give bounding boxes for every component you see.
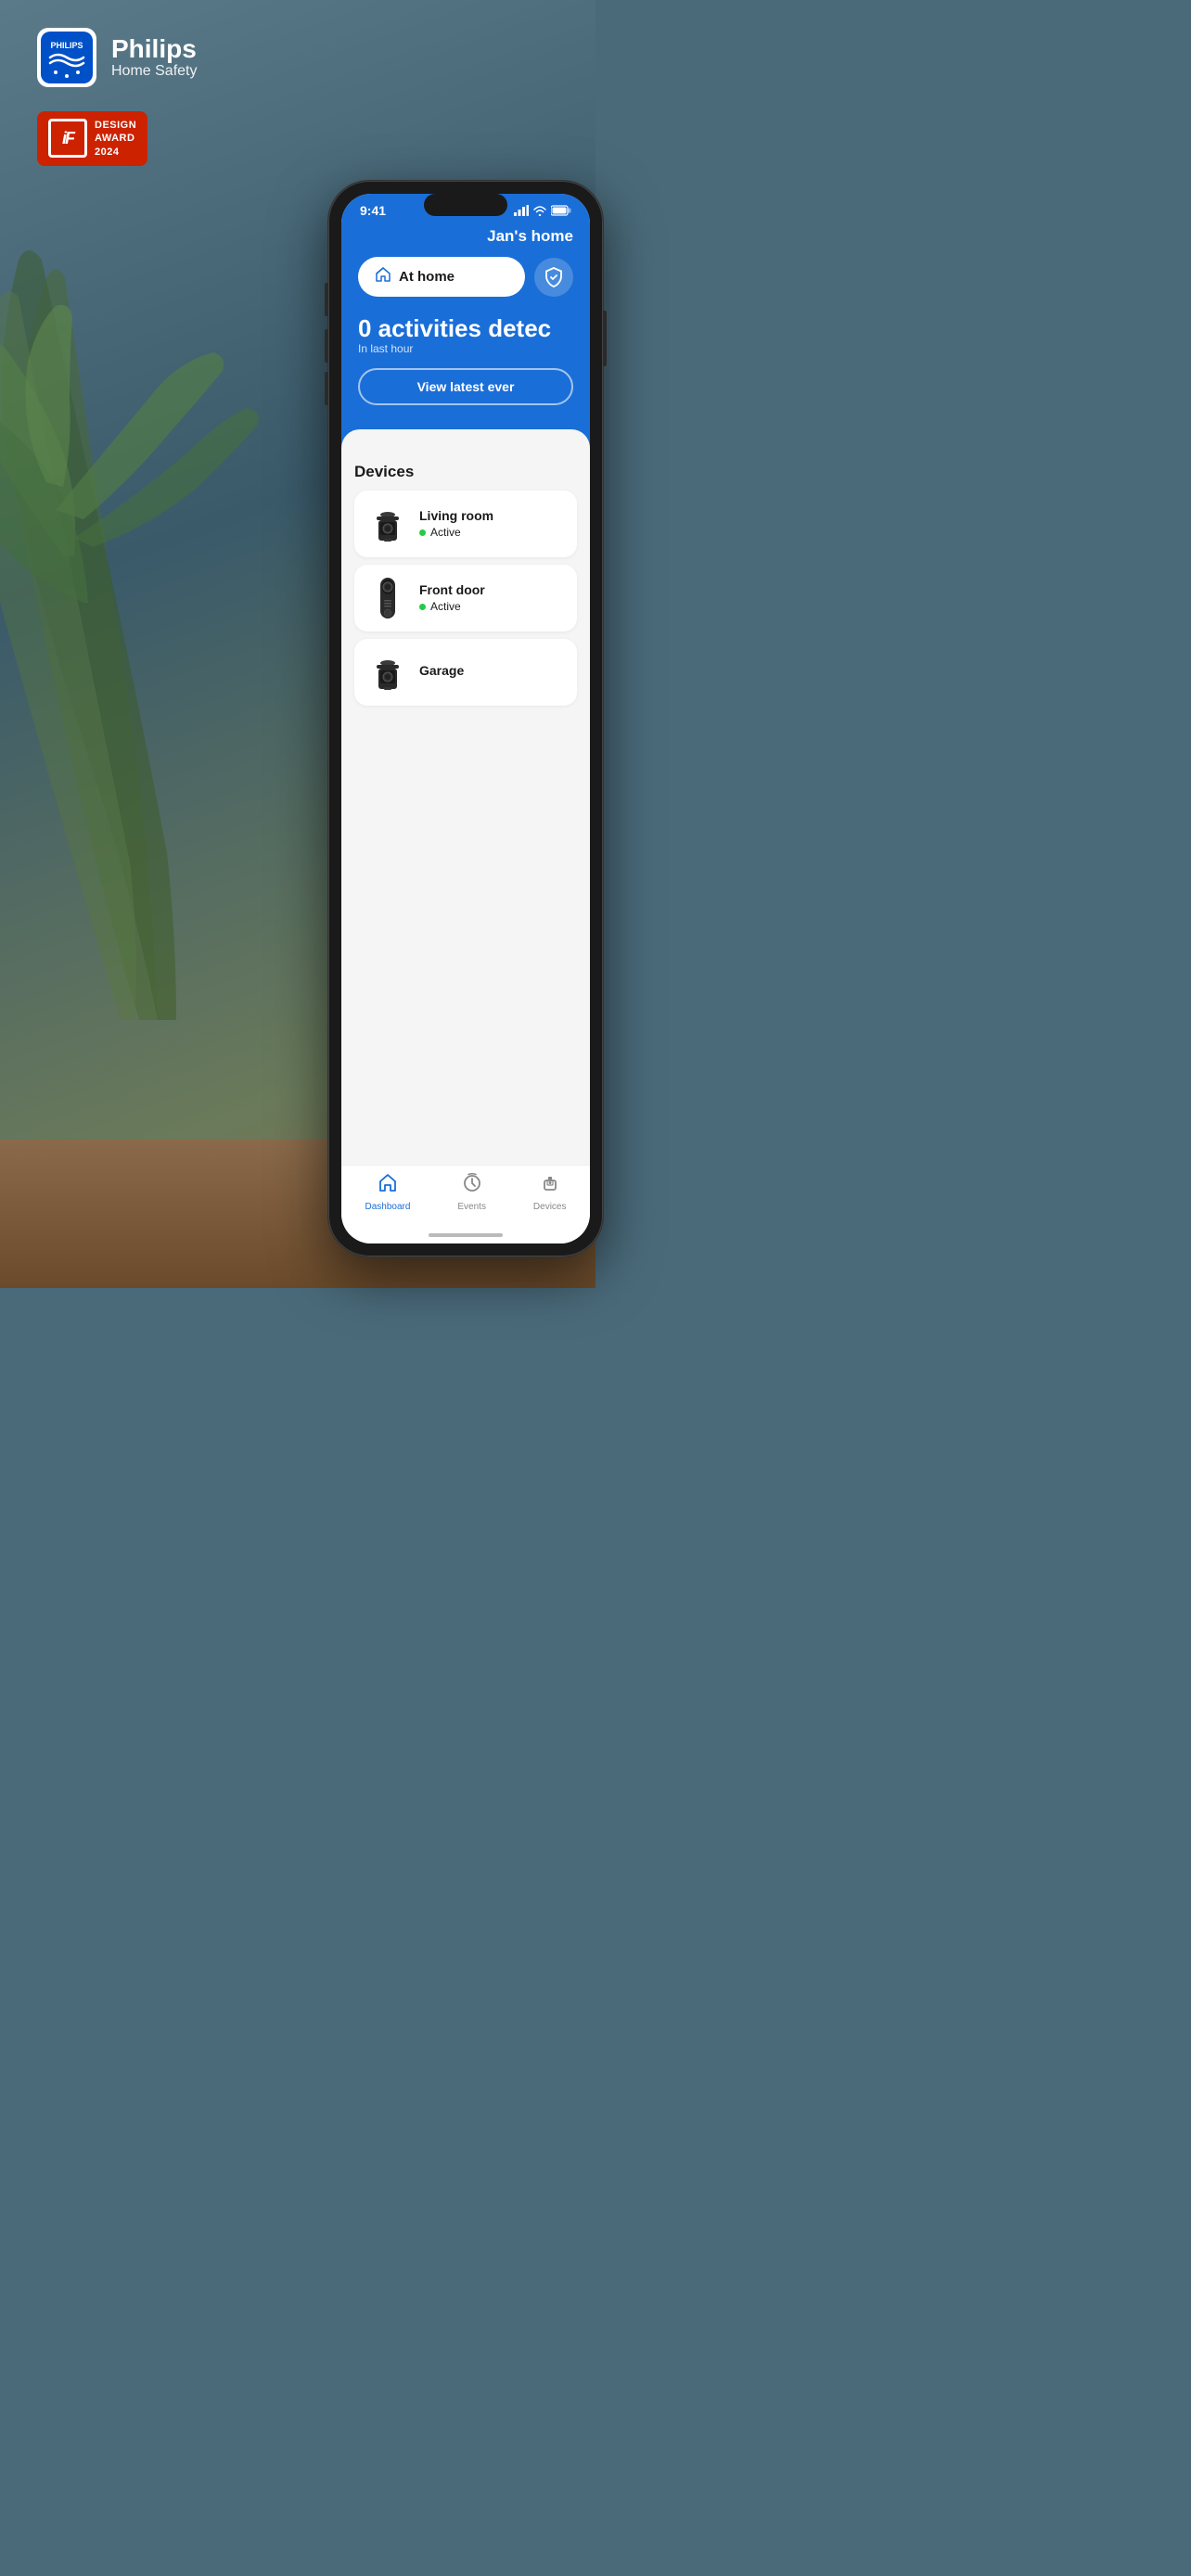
status-dot-active: [419, 529, 426, 536]
wifi-icon: [533, 205, 546, 216]
award-award-label: AWARD: [95, 132, 136, 145]
award-text: DESIGN AWARD 2024: [95, 119, 136, 159]
device-name-front-door: Front door: [419, 582, 564, 597]
philips-logo: PHILIPS: [37, 28, 96, 87]
device-name-living-room: Living room: [419, 508, 564, 523]
signal-icon: [514, 205, 529, 216]
home-icon: [375, 266, 391, 287]
battery-icon: [551, 205, 571, 216]
status-label-living-room: Active: [430, 526, 461, 539]
devices-nav-icon: [540, 1173, 560, 1199]
device-image-garage: [367, 652, 408, 693]
doorbell-camera-icon: [375, 574, 401, 622]
status-dot-front-door: [419, 604, 426, 610]
device-name-garage: Garage: [419, 663, 564, 678]
shield-button[interactable]: [534, 258, 573, 297]
mode-label: At home: [399, 269, 455, 285]
device-info-living-room: Living room Active: [419, 508, 564, 539]
status-icons: [514, 205, 571, 216]
header-text: Philips Home Safety: [111, 35, 197, 81]
device-info-front-door: Front door Active: [419, 582, 564, 613]
brand-name: Philips: [111, 35, 197, 64]
phone-mockup: 9:41: [328, 181, 603, 1256]
activity-sub: In last hour: [358, 342, 573, 355]
status-time: 9:41: [360, 203, 386, 218]
bottom-nav: Dashboard Events: [341, 1165, 590, 1227]
devices-section: Devices: [341, 448, 590, 1165]
curve-separator: [341, 429, 590, 448]
activity-section: 0 activities detec In last hour View lat…: [358, 312, 573, 413]
indoor-camera-icon: [371, 504, 404, 544]
phone-frame: 9:41: [328, 181, 603, 1256]
view-events-button[interactable]: View latest ever: [358, 368, 573, 405]
dashboard-nav-label: Dashboard: [365, 1202, 410, 1212]
app-body: Devices: [341, 429, 590, 1243]
app-blue-header: Jan's home At home: [341, 222, 590, 429]
status-label-front-door: Active: [430, 600, 461, 613]
mode-pill[interactable]: At home: [358, 257, 525, 297]
nav-item-dashboard[interactable]: Dashboard: [365, 1173, 410, 1212]
brand-subtitle: Home Safety: [111, 63, 197, 80]
device-status-living-room: Active: [419, 526, 564, 539]
palm-decoration: [0, 185, 362, 1020]
events-nav-icon: [462, 1173, 482, 1199]
home-title: Jan's home: [358, 227, 573, 246]
events-nav-label: Events: [457, 1202, 486, 1212]
award-badge: iF DESIGN AWARD 2024: [37, 111, 147, 166]
activity-count: 0 activities detec: [358, 315, 573, 342]
home-bar: [429, 1233, 503, 1237]
device-card-living-room[interactable]: Living room Active: [354, 491, 577, 557]
svg-text:PHILIPS: PHILIPS: [50, 41, 83, 50]
award-if-logo: iF: [48, 119, 87, 158]
device-card-garage[interactable]: Garage: [354, 639, 577, 706]
outdoor-camera-icon: [371, 652, 404, 693]
nav-item-events[interactable]: Events: [457, 1173, 486, 1212]
device-card-front-door[interactable]: Front door Active: [354, 565, 577, 631]
devices-nav-label: Devices: [533, 1202, 567, 1212]
award-year-label: 2024: [95, 146, 136, 159]
dashboard-nav-icon: [378, 1173, 398, 1199]
award-design-label: DESIGN: [95, 119, 136, 132]
nav-item-devices[interactable]: Devices: [533, 1173, 567, 1212]
device-status-front-door: Active: [419, 600, 564, 613]
dynamic-island: [424, 194, 507, 216]
home-indicator: [341, 1227, 590, 1243]
device-image-living-room: [367, 504, 408, 544]
app-header: PHILIPS Philips Home Safety: [37, 28, 197, 87]
devices-title: Devices: [354, 463, 577, 481]
device-image-front-door: [367, 578, 408, 618]
mode-row: At home: [358, 257, 573, 297]
phone-screen: 9:41: [341, 194, 590, 1243]
device-info-garage: Garage: [419, 663, 564, 681]
